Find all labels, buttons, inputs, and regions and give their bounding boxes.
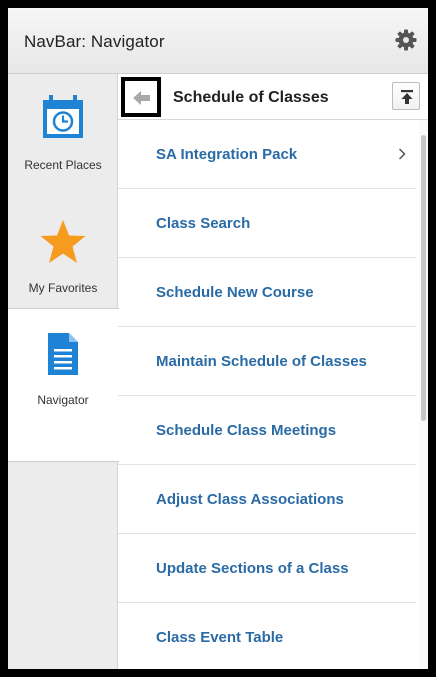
menu-item-label: Adjust Class Associations <box>156 491 344 508</box>
menu-item-update-sections-of-a-class[interactable]: Update Sections of a Class <box>118 534 416 603</box>
title-bar: NavBar: Navigator <box>8 8 428 74</box>
panel-header: Schedule of Classes <box>118 74 428 120</box>
sidebar-item-my-favorites[interactable]: My Favorites <box>8 196 118 308</box>
calendar-clock-icon <box>43 95 83 138</box>
menu-item-schedule-class-meetings[interactable]: Schedule Class Meetings <box>118 396 416 465</box>
menu-item-class-search[interactable]: Class Search <box>118 189 416 258</box>
window-title: NavBar: Navigator <box>24 32 165 51</box>
navigator-window: NavBar: Navigator Recent Places My Favor… <box>8 8 428 669</box>
sidebar-item-navigator[interactable]: Navigator <box>8 308 119 462</box>
menu-item-sa-integration-pack[interactable]: SA Integration Pack <box>118 120 416 189</box>
menu-item-adjust-class-associations[interactable]: Adjust Class Associations <box>118 465 416 534</box>
gear-icon[interactable] <box>394 28 418 52</box>
menu-item-label: Update Sections of a Class <box>156 560 349 577</box>
menu-item-label: Maintain Schedule of Classes <box>156 353 367 370</box>
arrow-up-to-top-icon <box>401 90 413 104</box>
scroll-to-top-button[interactable] <box>392 82 420 110</box>
menu-item-schedule-new-course[interactable]: Schedule New Course <box>118 258 416 327</box>
sidebar-item-label: My Favorites <box>28 281 98 295</box>
back-button[interactable] <box>121 77 161 117</box>
menu-item-label: Class Event Table <box>156 629 284 646</box>
navbar-sidebar: Recent Places My Favorites Navigator <box>8 74 119 669</box>
menu-item-label: Schedule Class Meetings <box>156 422 337 439</box>
sidebar-item-label: Navigator <box>37 393 89 407</box>
menu-item-label: SA Integration Pack <box>156 146 298 163</box>
sidebar-item-recent-places[interactable]: Recent Places <box>8 74 118 196</box>
scrollbar-thumb[interactable] <box>421 135 426 421</box>
menu-item-label: Schedule New Course <box>156 284 314 301</box>
sidebar-item-label: Recent Places <box>24 158 102 172</box>
navigator-menu-list: SA Integration Pack Class Search Schedul… <box>118 120 416 669</box>
menu-item-class-event-table[interactable]: Class Event Table <box>118 603 416 669</box>
menu-item-label: Class Search <box>156 215 251 232</box>
document-icon <box>48 333 78 375</box>
arrow-left-icon <box>133 91 150 105</box>
menu-scrollbar[interactable] <box>419 120 428 669</box>
chevron-right-icon <box>398 148 406 160</box>
star-icon <box>40 220 86 263</box>
panel-title: Schedule of Classes <box>173 89 329 106</box>
menu-item-maintain-schedule-of-classes[interactable]: Maintain Schedule of Classes <box>118 327 416 396</box>
